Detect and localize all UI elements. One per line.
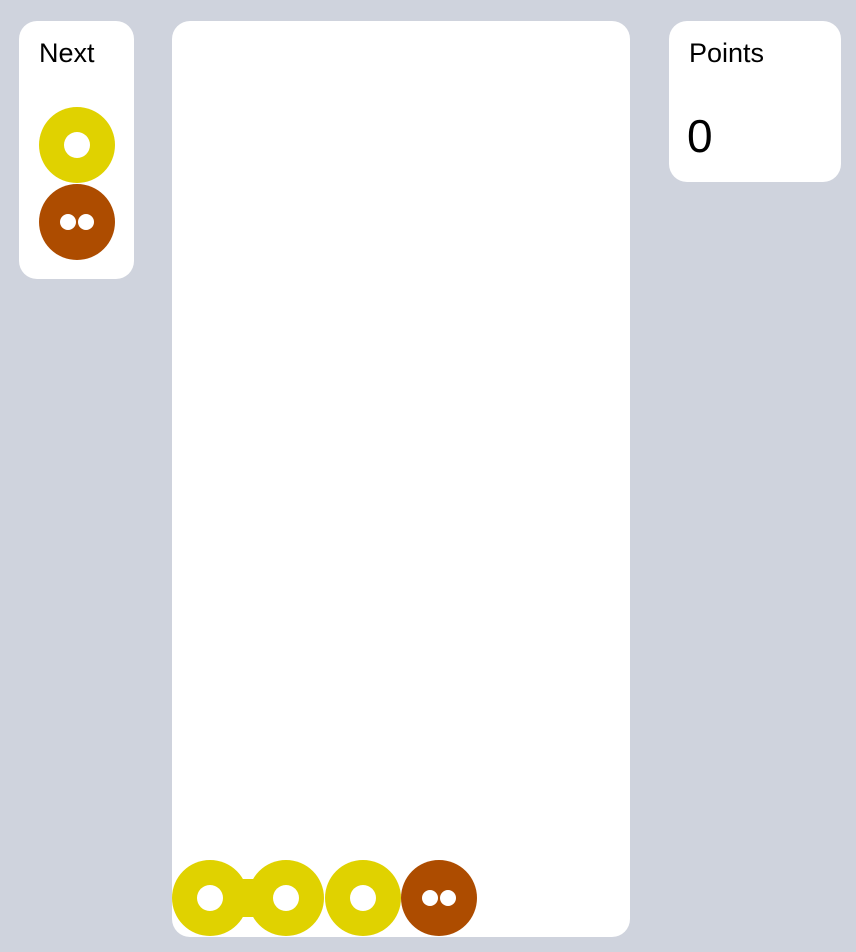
ring-hole <box>64 132 90 158</box>
points-title: Points <box>689 38 765 68</box>
next-piece-two-dot-brown <box>39 184 115 260</box>
board-piece-two-dot-brown <box>401 860 477 936</box>
points-panel: Points 0 <box>669 21 841 182</box>
dot-right <box>78 214 94 230</box>
next-piece-ring-yellow <box>39 107 115 183</box>
ring-hole <box>197 885 223 911</box>
points-value: 0 <box>687 110 713 162</box>
dot-right <box>440 890 456 906</box>
next-title: Next <box>39 38 95 68</box>
next-panel: Next <box>19 21 134 279</box>
board-piece-ring-yellow <box>172 860 248 936</box>
dot-left <box>422 890 438 906</box>
board-piece-ring-yellow <box>248 860 324 936</box>
board-piece-ring-yellow <box>325 860 401 936</box>
ring-hole <box>350 885 376 911</box>
ring-hole <box>273 885 299 911</box>
game-board[interactable] <box>172 21 630 937</box>
dot-left <box>60 214 76 230</box>
